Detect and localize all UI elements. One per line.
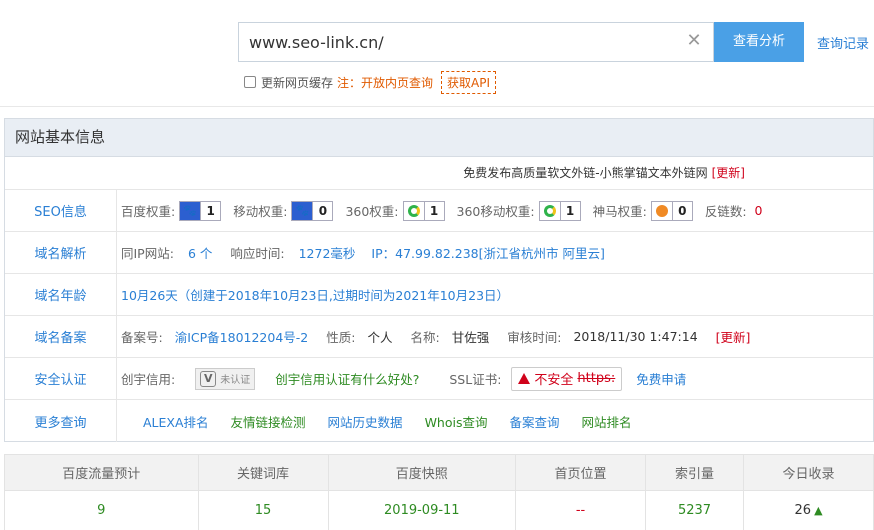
history-data-link[interactable]: 网站历史数据	[328, 412, 403, 431]
icp-label[interactable]: 域名备案	[5, 316, 117, 357]
domain-age-value[interactable]: 10月26天（创建于2018年10月23日,过期时间为2021年10月23日）	[121, 285, 509, 304]
response-time-label: 响应时间:	[230, 246, 285, 261]
icp-no-label: 备案号:	[121, 330, 163, 345]
baidu-paw-icon: 🐾	[180, 201, 201, 220]
icp-time-label: 审核时间:	[507, 330, 562, 345]
whois-link[interactable]: Whois查询	[425, 412, 488, 431]
ssl-label: SSL证书:	[449, 372, 502, 387]
ssl-apply-link[interactable]: 免费申请	[636, 369, 686, 388]
stats-header: 关键词库	[197, 454, 329, 491]
shenma-horse-icon	[651, 201, 672, 220]
site-info-panel: 网站基本信息 免费发布高质量软文外链-小熊掌锚文本外链网 [更新] SEO信息 百…	[4, 118, 874, 442]
ssl-badge[interactable]: 不安全 https:	[511, 366, 623, 391]
stats-header: 今日收录	[743, 454, 874, 491]
friend-link-check[interactable]: 友情链接检测	[231, 412, 306, 431]
stats-header: 索引量	[645, 454, 745, 491]
ip-location[interactable]: IP：47.99.82.238[浙江省杭州市 阿里云]	[371, 243, 604, 262]
response-time-value: 1272毫秒	[298, 246, 356, 261]
warning-icon	[518, 373, 531, 384]
today-included-cell: 26 ▲	[743, 490, 874, 530]
keyword-count[interactable]: 15	[197, 490, 329, 530]
search-input[interactable]	[239, 23, 679, 61]
get-api-button[interactable]: 获取API	[441, 70, 497, 94]
backlinks-label: 反链数:	[704, 204, 747, 219]
dns-label[interactable]: 域名解析	[5, 232, 117, 273]
icp-row: 域名备案 备案号: 渝ICP备18012204号-2 性质: 个人 名称: 甘佐…	[5, 316, 873, 358]
dns-row: 域名解析 同IP网站: 6 个 响应时间: 1272毫秒 IP：47.99.82…	[5, 232, 873, 274]
promo-row: 免费发布高质量软文外链-小熊掌锚文本外链网 [更新]	[5, 157, 873, 190]
ssl-https: https:	[577, 371, 616, 386]
arrow-up-icon: ▲	[814, 504, 823, 517]
snapshot-date[interactable]: 2019-09-11	[327, 490, 517, 530]
security-label[interactable]: 安全认证	[5, 358, 117, 399]
divider	[0, 106, 874, 107]
traffic-estimate[interactable]: 9	[4, 490, 199, 530]
icp-name-label: 名称:	[410, 330, 440, 345]
credit-benefit-link[interactable]: 创宇信用认证有什么好处?	[275, 369, 419, 388]
security-row: 安全认证 创宇信用: V 未认证 创宇信用认证有什么好处? SSL证书: 不安全…	[5, 358, 873, 400]
same-ip-label: 同IP网站:	[121, 246, 174, 261]
more-label[interactable]: 更多查询	[5, 400, 117, 442]
alexa-link[interactable]: ALEXA排名	[143, 412, 209, 431]
icp-no-value[interactable]: 渝ICP备18012204号-2	[175, 327, 309, 346]
ssl-status: 不安全	[534, 373, 574, 388]
icp-time-value: 2018/11/30 1:47:14	[573, 329, 698, 344]
cache-checkbox[interactable]	[244, 76, 256, 88]
seo-row: SEO信息 百度权重: 🐾 1 移动权重: 🐾 0 360权重: 1 360移动…	[5, 190, 873, 232]
stats-table: 百度流量预计 关键词库 百度快照 首页位置 索引量 今日收录 9 15 2019…	[4, 454, 874, 530]
icp-query-link[interactable]: 备案查询	[509, 412, 559, 431]
baidu-mobile-paw-icon: 🐾	[292, 201, 313, 220]
age-row: 域名年龄 10月26天（创建于2018年10月23日,过期时间为2021年10月…	[5, 274, 873, 316]
panel-title: 网站基本信息	[5, 119, 873, 157]
promo-text[interactable]: 免费发布高质量软文外链-小熊掌锚文本外链网	[463, 166, 707, 180]
shenma-weight-value: 0	[671, 201, 692, 220]
s360-ring-icon	[403, 201, 424, 220]
mobile-weight-label: 移动权重:	[233, 204, 288, 219]
stats-value-row: 9 15 2019-09-11 -- 5237 26 ▲	[4, 490, 874, 530]
mobile-weight-badge[interactable]: 🐾 0	[291, 200, 334, 221]
options-row: 更新网页缓存 注：开放内页查询 获取API	[244, 70, 497, 94]
credit-label: 创宇信用:	[121, 372, 176, 387]
same-ip-value[interactable]: 6 个	[188, 243, 212, 262]
verified-v-icon: V	[200, 370, 217, 387]
credit-badge-text: 未认证	[220, 375, 251, 386]
s360m-weight-badge[interactable]: 1	[538, 200, 581, 221]
stats-header: 百度流量预计	[4, 454, 199, 491]
icp-update-link[interactable]: [更新]	[716, 327, 751, 346]
history-link[interactable]: 查询记录	[817, 33, 869, 52]
inner-page-note[interactable]: 注：开放内页查询	[337, 74, 433, 91]
promo-update-link[interactable]: [更新]	[712, 166, 745, 180]
site-rank-link[interactable]: 网站排名	[582, 412, 632, 431]
s360-weight-value: 1	[423, 201, 444, 220]
icp-type-label: 性质:	[326, 330, 356, 345]
baidu-weight-label: 百度权重:	[121, 204, 176, 219]
search-box[interactable]: ✕	[238, 22, 714, 62]
s360m-weight-label: 360移动权重:	[456, 204, 535, 219]
stats-header: 百度快照	[327, 454, 517, 491]
shenma-weight-label: 神马权重:	[592, 204, 647, 219]
baidu-weight-value: 1	[200, 201, 220, 220]
today-included[interactable]: 26	[795, 503, 812, 518]
s360-weight-badge[interactable]: 1	[402, 200, 445, 221]
shenma-weight-badge[interactable]: 0	[650, 200, 693, 221]
stats-header: 首页位置	[515, 454, 647, 491]
search-button[interactable]: 查看分析	[714, 22, 804, 62]
mobile-weight-value: 0	[312, 201, 332, 220]
age-label[interactable]: 域名年龄	[5, 274, 117, 315]
more-row: 更多查询 ALEXA排名 友情链接检测 网站历史数据 Whois查询 备案查询 …	[5, 400, 873, 442]
s360-weight-label: 360权重:	[345, 204, 399, 219]
seo-label[interactable]: SEO信息	[5, 190, 117, 231]
clear-icon[interactable]: ✕	[685, 32, 703, 50]
baidu-weight-badge[interactable]: 🐾 1	[179, 200, 222, 221]
credit-badge[interactable]: V 未认证	[195, 367, 256, 390]
icp-type-value: 个人	[367, 330, 393, 345]
cache-label: 更新网页缓存	[261, 75, 334, 90]
s360m-weight-value: 1	[559, 201, 580, 220]
stats-header-row: 百度流量预计 关键词库 百度快照 首页位置 索引量 今日收录	[4, 454, 874, 491]
homepage-position: --	[515, 490, 647, 530]
backlinks-value[interactable]: 0	[755, 203, 763, 218]
icp-name-value: 甘佐强	[451, 330, 490, 345]
s360m-ring-icon	[539, 201, 560, 220]
index-count[interactable]: 5237	[645, 490, 745, 530]
